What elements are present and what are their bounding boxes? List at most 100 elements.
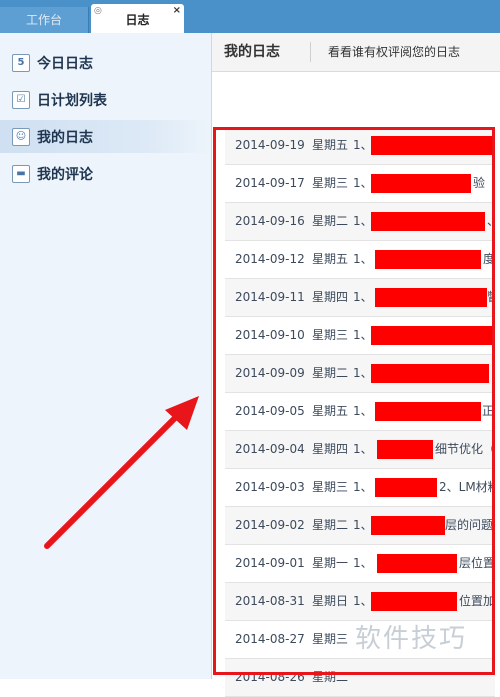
sidebar-item-plan-list[interactable]: ☑ 日计划列表 xyxy=(0,83,211,116)
list-item[interactable]: 2014-09-12 星期五 1、 度 xyxy=(225,241,495,279)
list-item[interactable]: 2014-09-16 星期二 1、 、 xyxy=(225,203,495,241)
entry-text: 1、 xyxy=(353,290,373,304)
redaction-mark xyxy=(375,402,481,421)
entry-weekday: 星期四 xyxy=(312,290,349,304)
list-item[interactable]: 2014-09-09 星期二 1、 xyxy=(225,355,495,393)
tab-diary[interactable]: ◎ 日志 × xyxy=(91,4,184,33)
redaction-mark xyxy=(371,326,495,345)
redaction-mark xyxy=(375,478,437,497)
sidebar-item-label: 我的评论 xyxy=(37,166,93,183)
redaction-mark xyxy=(377,554,457,573)
sidebar-item-label: 日计划列表 xyxy=(37,92,107,109)
sidebar-item-my-diary[interactable]: ☺ 我的日志 xyxy=(0,120,211,153)
list-item[interactable]: 2014-09-05 星期五 1、 正 xyxy=(225,393,495,431)
entry-text: 1、 xyxy=(353,328,373,342)
list-item[interactable]: 2014-09-11 星期四 1、 瞥 xyxy=(225,279,495,317)
entry-weekday: 星期五 xyxy=(312,138,349,152)
entry-text: 1、 xyxy=(353,594,373,608)
entry-weekday: 星期三 xyxy=(312,632,349,646)
entry-text: 1、 xyxy=(353,442,373,456)
entry-text-tail: 2、LM材料 xyxy=(439,480,495,494)
tab-bar: 工作台 ◎ 日志 × xyxy=(0,0,500,33)
entry-text: 1、 xyxy=(353,556,373,570)
entry-weekday: 星期一 xyxy=(312,556,349,570)
entry-weekday: 星期四 xyxy=(312,442,349,456)
redaction-mark xyxy=(371,212,485,231)
calendar-icon: 5 xyxy=(12,53,30,72)
pin-icon[interactable]: ◎ xyxy=(94,0,102,27)
page-title: 我的日志 xyxy=(224,44,280,60)
entry-date: 2014-08-26 xyxy=(235,670,305,684)
redaction-mark xyxy=(377,440,433,459)
entry-date: 2014-09-04 xyxy=(235,442,305,456)
list-item[interactable]: 2014-09-01 星期一 1、 层位置 xyxy=(225,545,495,583)
user-card-icon: ☺ xyxy=(12,127,30,146)
sidebar-item-my-comments[interactable]: ▬ 我的评论 xyxy=(0,157,211,190)
entry-date: 2014-09-16 xyxy=(235,214,305,228)
entry-date: 2014-09-11 xyxy=(235,290,305,304)
entry-text-tail: 位置加 xyxy=(459,594,495,608)
list-item[interactable]: 2014-08-26 星期二 xyxy=(225,659,495,697)
list-item[interactable]: 2014-09-10 星期三 1、 xyxy=(225,317,495,355)
entry-date: 2014-09-05 xyxy=(235,404,305,418)
comment-icon: ▬ xyxy=(12,164,30,183)
entry-date: 2014-09-12 xyxy=(235,252,305,266)
entry-weekday: 星期二 xyxy=(312,518,349,532)
sidebar-item-label: 今日日志 xyxy=(37,55,93,72)
list-item[interactable]: 2014-09-02 星期二 1、 层的问题 xyxy=(225,507,495,545)
entry-date: 2014-09-09 xyxy=(235,366,305,380)
checklist-icon: ☑ xyxy=(12,90,30,109)
entry-text-tail: 细节优化（ xyxy=(435,442,495,456)
close-icon[interactable]: × xyxy=(173,0,181,27)
redaction-mark xyxy=(371,516,445,535)
diary-list: 2014-09-19 星期五 1、 2014-09-17 星期三 1、 验 20… xyxy=(225,127,495,697)
entry-text: 1、 xyxy=(353,214,373,228)
entry-weekday: 星期三 xyxy=(312,480,349,494)
sidebar-item-today-diary[interactable]: 5 今日日志 xyxy=(0,46,211,79)
entry-date: 2014-09-17 xyxy=(235,176,305,190)
list-item[interactable]: 2014-09-03 星期三 1、 2、LM材料 xyxy=(225,469,495,507)
sidebar-item-label: 我的日志 xyxy=(37,129,93,146)
entry-text-tail: 瞥 xyxy=(487,279,495,316)
entry-date: 2014-09-19 xyxy=(235,138,305,152)
entry-text-tail: 验 xyxy=(473,176,486,190)
entry-date: 2014-09-01 xyxy=(235,556,305,570)
entry-text: 1、 xyxy=(353,138,373,152)
entry-text-tail: 正 xyxy=(482,404,495,418)
redaction-mark xyxy=(375,250,481,269)
entry-text-tail: 层的问题 xyxy=(445,518,494,532)
entry-weekday: 星期五 xyxy=(312,252,349,266)
list-item[interactable]: 2014-08-31 星期日 1、 位置加 xyxy=(225,583,495,621)
page-header: 我的日志 看看谁有权评阅您的日志 xyxy=(212,33,500,72)
entry-weekday: 星期五 xyxy=(312,404,349,418)
list-item[interactable]: 2014-09-04 星期四 1、 细节优化（ xyxy=(225,431,495,469)
redaction-mark xyxy=(371,364,489,383)
entry-weekday: 星期三 xyxy=(312,328,349,342)
list-item[interactable]: 2014-09-19 星期五 1、 xyxy=(225,127,495,165)
entry-text-tail: 层位置 xyxy=(459,556,495,570)
entry-weekday: 星期二 xyxy=(312,670,349,684)
redaction-mark xyxy=(371,592,457,611)
entry-text: 1、 xyxy=(353,176,373,190)
tab-diary-label: 日志 xyxy=(125,13,150,27)
entry-date: 2014-09-02 xyxy=(235,518,305,532)
redaction-mark xyxy=(371,174,471,193)
reviewers-link[interactable]: 看看谁有权评阅您的日志 xyxy=(328,33,460,71)
entry-text: 1、 xyxy=(353,404,373,418)
list-item[interactable]: 2014-09-17 星期三 1、 验 xyxy=(225,165,495,203)
entry-weekday: 星期三 xyxy=(312,176,349,190)
entry-text: 1、 xyxy=(353,252,373,266)
entry-text-tail: 、 xyxy=(487,203,495,240)
entry-text: 1、 xyxy=(353,366,373,380)
sidebar: 5 今日日志 ☑ 日计划列表 ☺ 我的日志 ▬ 我的评论 xyxy=(0,33,212,679)
entry-text-tail: 度 xyxy=(483,252,495,266)
entry-weekday: 星期二 xyxy=(312,214,349,228)
entry-date: 2014-08-27 xyxy=(235,632,305,646)
header-divider xyxy=(310,42,311,62)
entry-text: 1、 xyxy=(353,518,373,532)
list-item[interactable]: 2014-08-27 星期三 xyxy=(225,621,495,659)
redaction-mark xyxy=(371,136,495,155)
entry-date: 2014-08-31 xyxy=(235,594,305,608)
redaction-mark xyxy=(375,288,487,307)
tab-workbench[interactable]: 工作台 xyxy=(0,7,89,33)
